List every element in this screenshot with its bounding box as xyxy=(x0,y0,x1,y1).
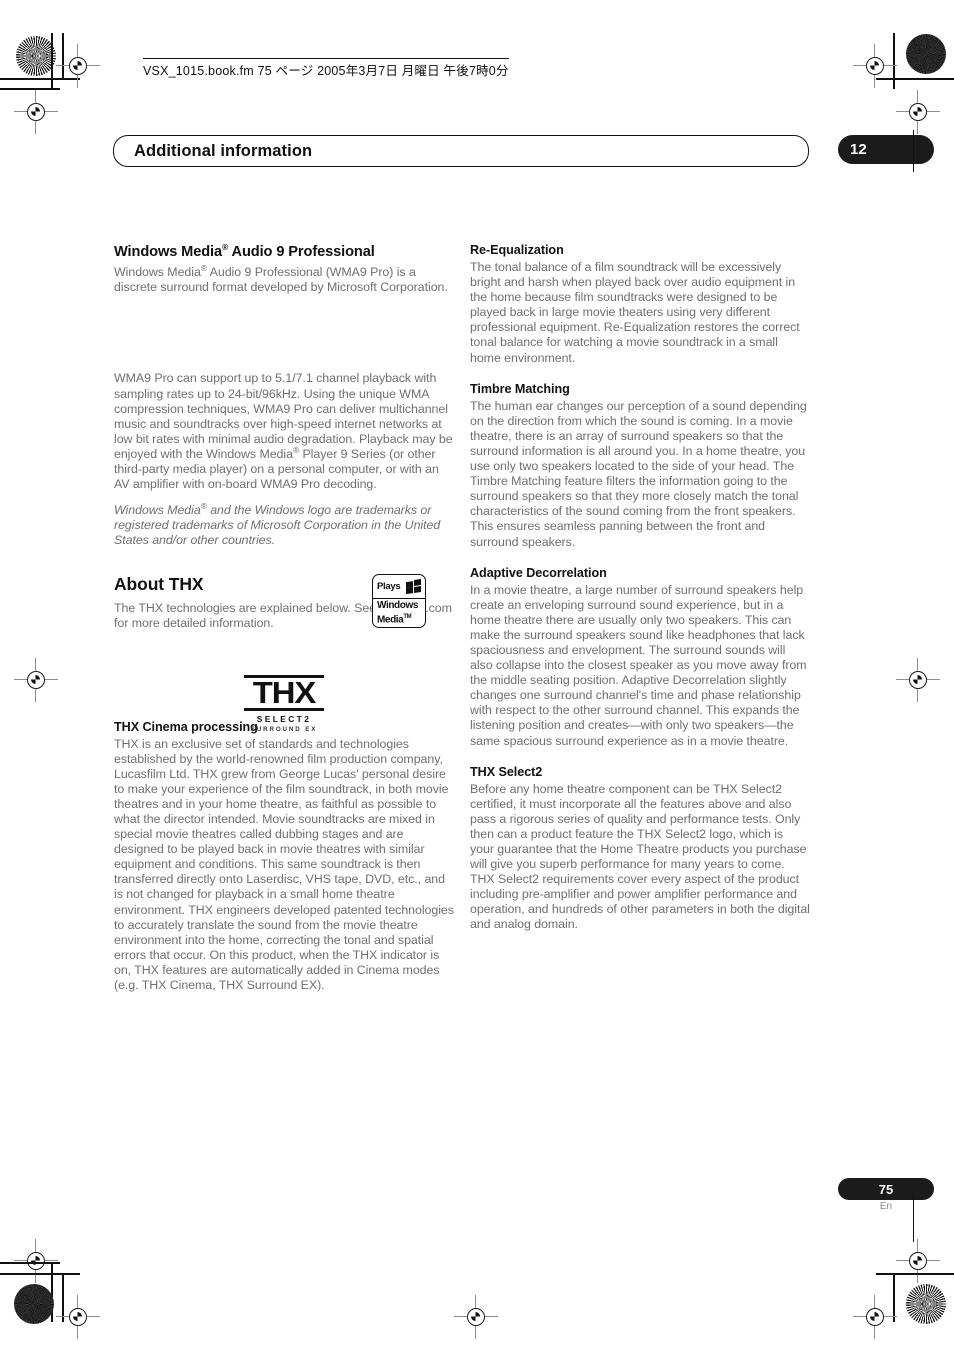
registration-cross-right-upper xyxy=(896,90,940,134)
crop-mark-bottom-right-v xyxy=(893,1273,895,1322)
registration-cross-right-lower xyxy=(896,1239,940,1283)
windows-flag-icon xyxy=(406,578,422,594)
page-language-code: En xyxy=(879,1201,893,1212)
wm-logo-line1: Windows xyxy=(377,600,418,611)
heading-wma-pre: Windows Media xyxy=(114,244,223,260)
wm-logo-top-row: Plays xyxy=(373,575,425,599)
wm-logo-bottom-rows: Windows MediaTM xyxy=(373,599,425,625)
trademark-mark: TM xyxy=(403,613,412,620)
page-number-badge: 75 xyxy=(838,1178,934,1200)
footer-rule-tick xyxy=(913,1196,915,1242)
plays-windows-media-logo: Plays Windows MediaTM xyxy=(372,574,426,628)
registration-cross-bottom-right xyxy=(853,1295,897,1339)
heading-adaptive-decorrelation: Adaptive Decorrelation xyxy=(470,565,607,580)
chapter-title-bar: Additional information xyxy=(113,135,809,167)
heading-timbre-matching: Timbre Matching xyxy=(470,381,570,396)
print-density-star-top-left xyxy=(16,36,56,76)
page-number: 75 xyxy=(878,1181,894,1197)
paragraph-re-equalization: The tonal balance of a film soundtrack w… xyxy=(470,260,800,365)
registration-cross-right-middle xyxy=(896,658,940,702)
registration-cross-left-upper xyxy=(14,90,58,134)
paragraph-thx-select2: Before any home theatre component can be… xyxy=(470,781,810,932)
wm-logo-line2-text: Media xyxy=(377,613,404,625)
p3-pre: Windows Media xyxy=(114,503,201,518)
heading-wma-post: Audio 9 Professional xyxy=(228,244,375,260)
file-header-text: VSX_1015.book.fm 75 ページ 2005年3月7日 月曜日 午後… xyxy=(143,58,509,79)
print-density-star-top-right xyxy=(906,34,946,74)
crop-mark-top-right-v xyxy=(893,33,895,89)
chapter-number: 12 xyxy=(850,141,867,158)
print-density-star-bottom-left xyxy=(14,1284,54,1324)
crop-mark-bottom-left-h2 xyxy=(0,1273,80,1275)
thx-select2-surround-ex-logo: THX SELECT2 SURROUND EX xyxy=(244,675,324,733)
wm-logo-line2: MediaTM xyxy=(377,612,425,626)
paragraph-wma-trademark-notice: Windows Media® and the Windows logo are … xyxy=(114,502,454,548)
thx-logo-select2: SELECT2 xyxy=(256,714,312,725)
heading-thx-select2: THX Select2 xyxy=(470,764,543,779)
registration-cross-left-middle xyxy=(14,658,58,702)
crop-mark-top-left-v xyxy=(51,33,53,89)
registration-cross-top-right xyxy=(853,44,897,88)
file-header-line: VSX_1015.book.fm 75 ページ 2005年3月7日 月曜日 午後… xyxy=(143,58,509,79)
thx-logo-word: THX xyxy=(252,675,317,711)
heading-windows-media-audio: Windows Media® Audio 9 Professional xyxy=(114,243,454,261)
header-rule-tick xyxy=(913,130,915,172)
crop-mark-bottom-right-h xyxy=(876,1273,954,1275)
paragraph-thx-cinema-processing: THX is an exclusive set of standards and… xyxy=(114,736,454,993)
crop-mark-bottom-left-v2 xyxy=(62,1273,64,1322)
paragraph-wma-details: WMA9 Pro can support up to 5.1/7.1 chann… xyxy=(114,371,454,492)
registration-cross-bottom-center xyxy=(454,1295,498,1339)
print-density-star-bottom-right xyxy=(906,1284,946,1324)
left-column: Windows Media® Audio 9 Professional Wind… xyxy=(114,243,454,993)
paragraph-wma-intro: Windows Media® Audio 9 Professional (WMA… xyxy=(114,264,454,295)
thx-logo-surround-ex: SURROUND EX xyxy=(250,725,318,733)
logo-spacer xyxy=(114,295,454,371)
crop-mark-top-left-h xyxy=(0,78,80,80)
p1-pre: Windows Media xyxy=(114,265,201,280)
chapter-number-badge: 12 xyxy=(838,135,934,164)
right-column: Re-Equalization The tonal balance of a f… xyxy=(470,243,810,933)
crop-mark-top-right-h xyxy=(876,78,954,80)
heading-re-equalization: Re-Equalization xyxy=(470,243,564,257)
page-title: Additional information xyxy=(134,141,313,160)
paragraph-adaptive-decorrelation: In a movie theatre, a large number of su… xyxy=(470,582,807,748)
crop-mark-top-left-v2 xyxy=(62,33,64,79)
paragraph-timbre-matching: The human ear changes our perception of … xyxy=(470,398,807,549)
wm-logo-plays-text: Plays xyxy=(377,581,401,592)
